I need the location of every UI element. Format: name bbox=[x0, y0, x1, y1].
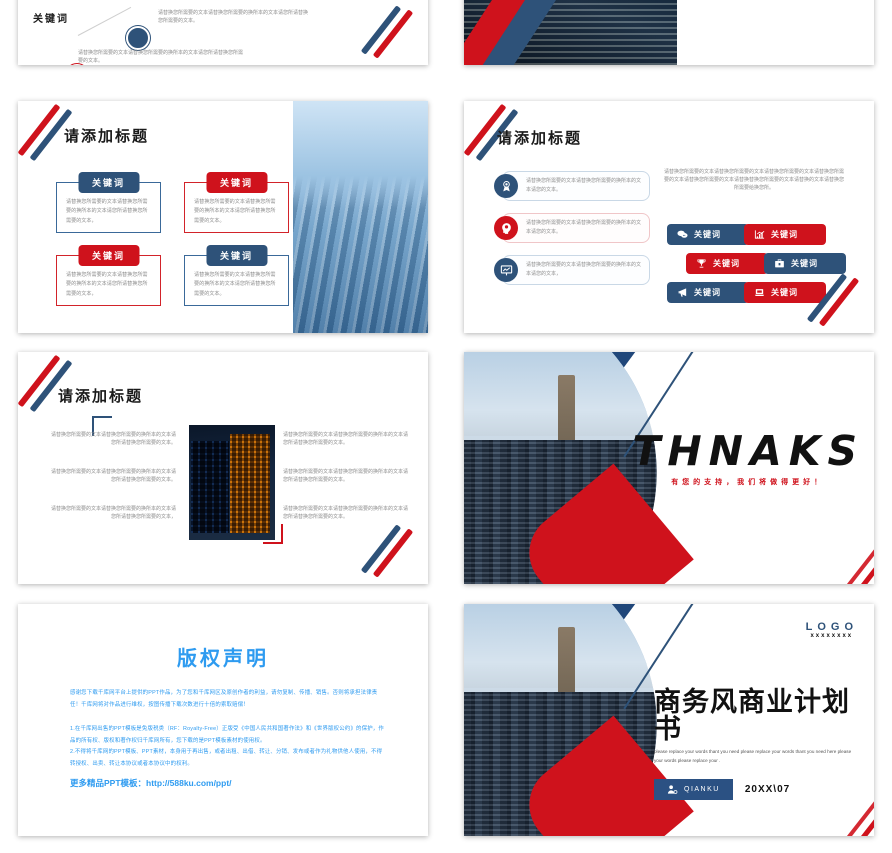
slide5-title: 请添加标题 bbox=[58, 387, 144, 405]
logo-text: LOGO bbox=[805, 621, 858, 633]
slide1-keyword-label: 关键词 bbox=[33, 14, 69, 25]
icon-card-1[interactable]: 请替换您所需要的文本请替换您所需要的换所本的文本请您的文本。 bbox=[494, 171, 650, 201]
trophy-icon bbox=[697, 259, 706, 268]
copyright-title: 版权声明 bbox=[177, 646, 269, 670]
chat-icon bbox=[677, 230, 688, 238]
keyword-chip-6-label: 关键词 bbox=[771, 288, 798, 297]
slide-4[interactable]: 请添加标题 请替换您所需要的文本请替换您所需要的换所本的文本请您的文本。 请替换… bbox=[464, 101, 874, 333]
thanks-headline: THNAKS bbox=[632, 426, 864, 475]
keyword-box-4[interactable]: 关键词 请替换您所需要的文本请替换您所需要的换所本的文本请您所请替换您所需要的文… bbox=[184, 245, 289, 306]
logo-block: LOGO xxxxxxxx bbox=[806, 621, 858, 639]
slide-5[interactable]: 请添加标题 请替换您所需要的文本请替换您所需要的换所本的文本请您所请替换您所需要… bbox=[18, 352, 428, 584]
slide-1[interactable]: 关键词 请替换您所需要的文本请替换您所需要的换所本的文本请您所请替换您所需要的文… bbox=[18, 0, 428, 65]
slide1-text-bottom: 请替换您所需要的文本请替换您所需要的换所本的文本请您所请替换您所需要的文本。 bbox=[78, 50, 244, 64]
keyword-chip-2-label: 关键词 bbox=[771, 230, 798, 239]
glass-building-photo bbox=[293, 101, 428, 333]
keyword-chip-1[interactable]: 关键词 bbox=[667, 224, 749, 245]
megaphone-icon bbox=[678, 288, 687, 297]
keyword-box-1[interactable]: 关键词 请替换您所需要的文本请替换您所需要的换所本的文本请您所请替换您所需要的文… bbox=[56, 172, 161, 233]
node-dot-blue bbox=[126, 26, 150, 50]
keyword-chip-5[interactable]: 关键词 bbox=[667, 282, 749, 303]
copyright-more-link[interactable]: 更多精品PPT模板：http://588ku.com/ppt/ bbox=[70, 777, 384, 789]
slide-thumbnail-grid: 关键词 请替换您所需要的文本请替换您所需要的换所本的文本请您所请替换您所需要的文… bbox=[0, 0, 892, 853]
qianku-button-label: QIANKU bbox=[684, 786, 720, 794]
cover-date: 20XX\07 bbox=[744, 784, 791, 796]
icon-card-2[interactable]: 请替换您所需要的文本请替换您所需要的换所本的文本请您的文本。 bbox=[494, 213, 650, 243]
icon-card-3[interactable]: 请替换您所需要的文本请替换您所需要的换所本的文本请您的文本， bbox=[494, 255, 650, 285]
idea-head-icon bbox=[494, 216, 518, 240]
copyright-para-3: 2.不得将千库网的PPT模板、PPT素材，本身用于再出售，或者出租、出借、转让、… bbox=[70, 749, 383, 768]
keyword-pill-2: 关键词 bbox=[205, 172, 268, 193]
corner-stripes-bottom-right bbox=[360, 520, 424, 580]
slide-6[interactable]: THNAKS 有您的支持，我们将做得更好！ bbox=[464, 352, 874, 584]
medal-icon bbox=[494, 174, 518, 198]
cover-subtitle: please replace your words thant you need… bbox=[654, 749, 852, 763]
keyword-box-3[interactable]: 关键词 请替换您所需要的文本请替换您所需要的换所本的文本请您所请替换您所需要的文… bbox=[56, 245, 161, 306]
thanks-subline: 有您的支持，我们将做得更好！ bbox=[671, 478, 826, 486]
slide5-right-para-1: 请替换您所需要的文本请替换您所需要的换所本的文本请您所请替换您所需要的文本。 bbox=[283, 432, 409, 446]
slide1-text-top: 请替换您所需要的文本请替换您所需要的换所本的文本请您所请替换您所需要的文本。 bbox=[158, 10, 309, 24]
slide-7[interactable]: 版权声明 感谢您下载千库网平台上提供的PPT作品，为了您和千库网区及原创作者的利… bbox=[18, 604, 428, 836]
keyword-chip-5-label: 关键词 bbox=[694, 288, 721, 297]
keyword-chip-4-label: 关键词 bbox=[791, 259, 818, 268]
slide-8[interactable]: LOGO xxxxxxxx 商务风商业计划书 please replace yo… bbox=[464, 604, 874, 836]
bracket-bottom-right bbox=[263, 524, 283, 544]
copyright-para-1: 感谢您下载千库网平台上提供的PPT作品，为了您和千库网区及原创作者的利益，请勿复… bbox=[70, 690, 378, 708]
growth-chart-icon bbox=[754, 230, 765, 239]
slide3-title: 请添加标题 bbox=[64, 127, 150, 145]
slide-3[interactable]: 请添加标题 关键词 请替换您所需要的文本请替换您所需要的换所本的文本请您所请替换… bbox=[18, 101, 428, 333]
corner-stripes-bottom-right bbox=[806, 269, 870, 329]
keyword-chip-1-label: 关键词 bbox=[694, 230, 721, 239]
keyword-pill-3: 关键词 bbox=[77, 245, 140, 266]
corner-stripes-bottom-right bbox=[360, 1, 424, 61]
slide-2[interactable]: 04 please replace your words please bbox=[464, 0, 874, 65]
logo-subtext: xxxxxxxx bbox=[810, 633, 854, 639]
presentation-icon bbox=[494, 258, 518, 282]
connector-line bbox=[77, 6, 132, 36]
slide5-right-para-2: 请替换您所需要的文本请替换您所需要的换所本的文本请您所请替换您所需要的文本。 bbox=[283, 469, 409, 483]
night-city-photo bbox=[189, 425, 275, 540]
keyword-pill-1: 关键词 bbox=[77, 172, 140, 193]
qianku-button[interactable]: QIANKU bbox=[654, 779, 733, 801]
briefcase-icon bbox=[775, 259, 784, 268]
slide4-title: 请添加标题 bbox=[497, 129, 583, 147]
keyword-chip-2[interactable]: 关键词 bbox=[744, 224, 826, 245]
keyword-chip-3[interactable]: 关键词 bbox=[686, 253, 768, 274]
keyword-chip-3-label: 关键词 bbox=[713, 259, 740, 268]
copyright-para-2: 1.在千库网出售的PPT模板是免版税类（RF：Royalty-Free）正版受《… bbox=[70, 726, 384, 744]
slide5-left-para-3: 请替换您所需要的文本请替换您所需要的换所本的文本请您所请替换您所需要的文本， bbox=[50, 506, 176, 520]
icon-card-2-text: 请替换您所需要的文本请替换您所需要的换所本的文本请您的文本。 bbox=[526, 219, 642, 236]
slide5-left-para-1: 请替换您所需要的文本请替换您所需要的换所本的文本请您所请替换您所需要的文本。 bbox=[50, 432, 176, 446]
keyword-box-2[interactable]: 关键词 请替换您所需要的文本请替换您所需要的换所本的文本请您所请替换您所需要的文… bbox=[184, 172, 289, 233]
laptop-icon bbox=[754, 289, 765, 296]
icon-card-3-text: 请替换您所需要的文本请替换您所需要的换所本的文本请您的文本， bbox=[526, 261, 642, 278]
user-gear-icon bbox=[667, 785, 678, 795]
cover-title: 商务风商业计划书 bbox=[654, 687, 850, 745]
slide4-paragraph: 请替换您所需要的文本请替换您所需要的文本请替换您所需要的文本请替换您所需要的文本… bbox=[664, 169, 845, 191]
icon-card-1-text: 请替换您所需要的文本请替换您所需要的换所本的文本请您的文本。 bbox=[526, 177, 642, 194]
slide5-left-para-2: 请替换您所需要的文本请替换您所需要的换所本的文本请您所请替换您所需要的文本。 bbox=[50, 469, 176, 483]
keyword-pill-4: 关键词 bbox=[205, 245, 268, 266]
